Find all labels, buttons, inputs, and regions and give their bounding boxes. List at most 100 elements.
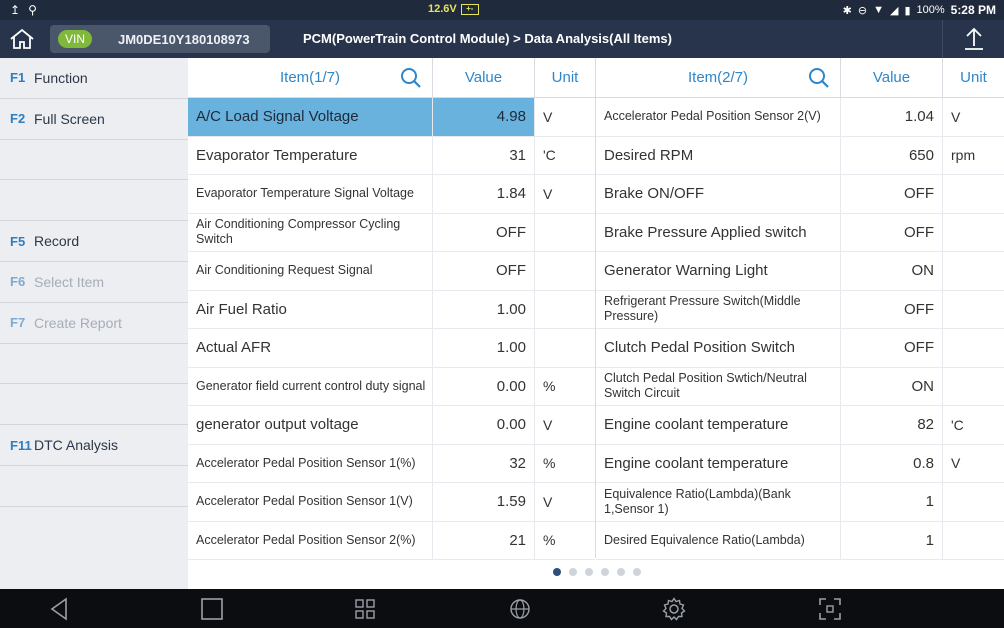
table-row[interactable]: Engine coolant temperature 0.8 V [596, 444, 1004, 483]
table-row[interactable]: A/C Load Signal Voltage 4.98 V [188, 98, 595, 137]
value-cell: OFF [841, 290, 943, 328]
export-button[interactable] [942, 20, 1004, 58]
data-analysis-area: Item(1/7) Value Unit A/C Load Signal Vol… [188, 58, 1004, 589]
home-button[interactable] [0, 20, 44, 58]
data-table-page-2: Item(2/7) Value Unit Accelerator Pedal P… [596, 58, 1004, 560]
unit-cell [943, 252, 1004, 290]
page-dot[interactable] [633, 568, 641, 576]
value-cell: 4.98 [433, 98, 535, 136]
table-row[interactable]: Actual AFR 1.00 [188, 329, 595, 368]
item-name-cell: Generator Warning Light [596, 252, 841, 290]
vin-box: VIN JM0DE10Y180108973 [50, 25, 270, 53]
unit-cell: 'C [543, 147, 556, 164]
value-cell: 1 [841, 521, 943, 559]
column-header-unit: Unit [960, 69, 987, 86]
unit-cell [535, 214, 595, 252]
car-battery-icon: +- [460, 3, 479, 15]
value-cell: 1.59 [433, 483, 535, 521]
page-dot[interactable] [585, 568, 593, 576]
sidebar-item-function[interactable]: F1 Function [0, 58, 188, 99]
table-row[interactable]: Clutch Pedal Position Switch OFF [596, 329, 1004, 368]
table-row[interactable]: Accelerator Pedal Position Sensor 2(V) 1.… [596, 98, 1004, 137]
item-name-cell: Brake ON/OFF [596, 175, 841, 213]
apps-button[interactable] [345, 593, 385, 625]
value-cell: 650 [841, 136, 943, 174]
browser-button[interactable] [500, 593, 540, 625]
page-dot[interactable] [601, 568, 609, 576]
column-header-item: Item(1/7) [188, 58, 433, 97]
sidebar-item-select-item: F6 Select Item [0, 262, 188, 303]
square-icon [201, 598, 223, 620]
unit-cell: V [543, 493, 553, 510]
value-cell: 0.8 [841, 444, 943, 482]
value-cell: 1.00 [433, 329, 535, 367]
sidebar-item-empty [0, 384, 188, 426]
value-cell: 1 [841, 483, 943, 521]
unit-cell [943, 368, 1004, 406]
data-table-page-1: Item(1/7) Value Unit A/C Load Signal Vol… [188, 58, 596, 560]
do-not-disturb-icon: ⊖ [857, 4, 868, 17]
unit-cell: V [543, 108, 553, 125]
unit-cell [943, 329, 1004, 367]
table-row[interactable]: Engine coolant temperature 82 'C [596, 406, 1004, 445]
search-button[interactable] [400, 67, 422, 93]
column-header-unit: Unit [551, 69, 579, 86]
clock: 5:28 PM [950, 3, 996, 17]
value-cell: ON [841, 367, 943, 405]
value-cell: 1.04 [841, 98, 943, 136]
table-row[interactable]: Brake Pressure Applied switch OFF [596, 213, 1004, 252]
value-cell: 82 [841, 406, 943, 444]
battery-percent: 100% [916, 4, 945, 16]
table-row[interactable]: Clutch Pedal Position Swtich/Neutral Swi… [596, 367, 1004, 406]
value-cell: OFF [841, 329, 943, 367]
table-row[interactable]: Refrigerant Pressure Switch(Middle Press… [596, 290, 1004, 329]
sidebar-item-label: Create Report [34, 314, 122, 331]
table-row[interactable]: Generator field current control duty sig… [188, 367, 595, 406]
table-row[interactable]: Evaporator Temperature 31 'C [188, 136, 595, 175]
table-row[interactable]: Equivalence Ratio(Lambda)(Bank 1,Sensor … [596, 483, 1004, 522]
page-indicator[interactable] [553, 568, 641, 576]
wifi-icon: ▼ [873, 4, 884, 16]
sidebar-item-full-screen[interactable]: F2 Full Screen [0, 99, 188, 140]
column-header-value: Value [841, 58, 943, 97]
table-header: Item(2/7) Value Unit [596, 58, 1004, 98]
sidebar-item-label: Select Item [34, 273, 105, 290]
item-name-cell: Accelerator Pedal Position Sensor 2(%) [188, 521, 433, 559]
unit-cell: V [543, 185, 553, 202]
table-row[interactable]: generator output voltage 0.00 V [188, 406, 595, 445]
table-row[interactable]: Accelerator Pedal Position Sensor 1(V) 1.… [188, 483, 595, 522]
page-dot[interactable] [617, 568, 625, 576]
item-name-cell: Air Fuel Ratio [188, 290, 433, 328]
unit-cell [943, 483, 1004, 521]
vin-value: JM0DE10Y180108973 [118, 31, 250, 47]
table-row[interactable]: Air Conditioning Request Signal OFF [188, 252, 595, 291]
item-name-cell: Clutch Pedal Position Switch [596, 329, 841, 367]
page-dot[interactable] [569, 568, 577, 576]
table-row[interactable]: Accelerator Pedal Position Sensor 1(%) 32… [188, 444, 595, 483]
table-row[interactable]: Desired RPM 650 rpm [596, 136, 1004, 175]
usb-icon: ⚲ [28, 3, 45, 17]
sidebar-item-dtc-analysis[interactable]: F11 DTC Analysis [0, 425, 188, 466]
sidebar-item-empty [0, 344, 188, 385]
fkey-label: F1 [10, 70, 26, 86]
sidebar-item-label: Record [34, 233, 80, 250]
fkey-label: F7 [10, 315, 26, 331]
table-row[interactable]: Brake ON/OFF OFF [596, 175, 1004, 214]
settings-button[interactable] [654, 593, 694, 625]
sidebar-item-record[interactable]: F5 Record [0, 221, 188, 262]
unit-cell [943, 291, 1004, 329]
item-name-cell: Air Conditioning Compressor Cycling Swit… [188, 213, 433, 251]
table-row[interactable]: Accelerator Pedal Position Sensor 2(%) 21… [188, 521, 595, 560]
table-row[interactable]: Air Fuel Ratio 1.00 [188, 290, 595, 329]
home-nav-button[interactable] [192, 593, 232, 625]
search-button[interactable] [808, 67, 830, 93]
value-cell: OFF [841, 175, 943, 213]
back-button[interactable] [39, 593, 79, 625]
table-row[interactable]: Generator Warning Light ON [596, 252, 1004, 291]
table-row[interactable]: Desired Equivalence Ratio(Lambda) 1 [596, 521, 1004, 560]
page-dot[interactable] [553, 568, 561, 576]
screenshot-button[interactable] [810, 593, 850, 625]
table-row[interactable]: Air Conditioning Compressor Cycling Swit… [188, 213, 595, 252]
battery-icon: ▮ [904, 4, 911, 17]
table-row[interactable]: Evaporator Temperature Signal Voltage 1.8… [188, 175, 595, 214]
